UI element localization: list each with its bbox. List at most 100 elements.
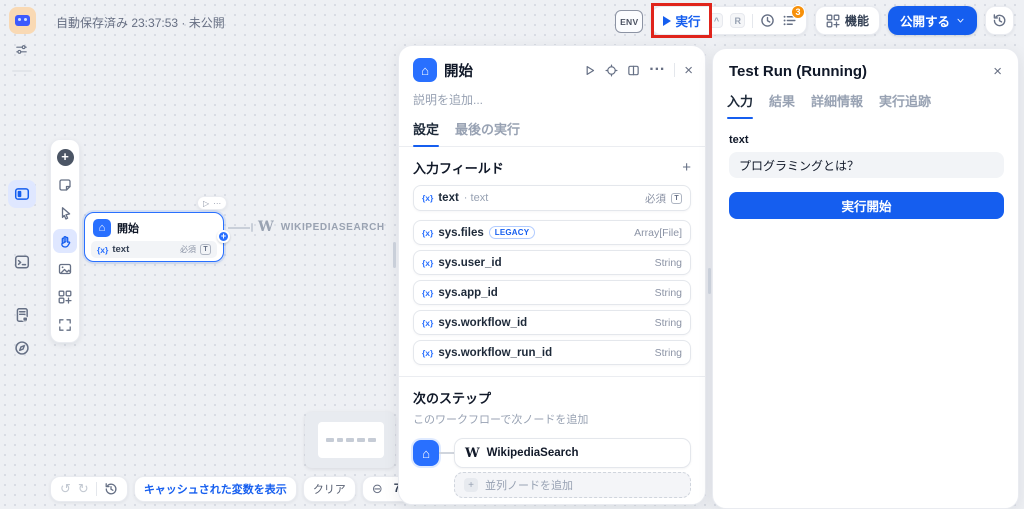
run-history-clock-icon[interactable] (760, 13, 775, 28)
tab-result[interactable]: 結果 (769, 91, 795, 118)
next-step-section: 次のステップ このワークフローで次ノードを追加 ⌂ W WikipediaSea… (399, 377, 705, 498)
node-detail-panel: ⌂ 開始 ··· × 説明を追加... 設定 最後の実行 入力フィールド + {… (398, 45, 706, 505)
description-placeholder[interactable]: 説明を追加... (399, 82, 705, 108)
node-panel-header: ⌂ 開始 ··· × (399, 46, 705, 82)
docs-book-icon[interactable] (627, 64, 640, 77)
resize-handle-left[interactable] (393, 242, 396, 268)
orchestrate-window-icon (14, 186, 30, 202)
divider (674, 63, 675, 77)
add-parallel-node-button[interactable]: + 並列ノードを追加 (454, 472, 691, 498)
field-row-text[interactable]: {x} text · text 必須T (413, 185, 691, 211)
plus-icon: + (464, 478, 478, 492)
tab-detail[interactable]: 詳細情報 (811, 91, 863, 118)
home-icon: ⌂ (413, 58, 437, 82)
checklist-button[interactable]: 3 (782, 13, 797, 28)
change-history-icon[interactable] (104, 482, 118, 496)
focus-crosshair-icon[interactable] (605, 64, 618, 77)
variable-token-icon: {x} (422, 288, 433, 298)
robot-logo-icon (15, 15, 30, 26)
legacy-badge: LEGACY (489, 226, 536, 239)
fit-view-button[interactable] (53, 313, 77, 337)
variable-token-icon: {x} (422, 228, 433, 238)
node-hover-toolbar: ▷ ··· (197, 196, 227, 210)
settings-sliders-icon[interactable] (14, 43, 29, 56)
divider (96, 482, 97, 496)
topbar-actions: ENV 実行 ^ R 3 機能 (615, 6, 1014, 35)
version-history-button[interactable] (985, 6, 1014, 35)
export-image-button[interactable] (53, 257, 77, 281)
variable-token-icon: {x} (97, 245, 108, 255)
organize-icon (58, 290, 72, 304)
restore-history-icon (992, 13, 1007, 28)
zoom-out-icon[interactable]: ⊖ (372, 481, 383, 497)
cursor-icon (58, 206, 72, 220)
close-icon[interactable]: × (684, 62, 693, 79)
field-row-sys-user-id[interactable]: {x} sys.user_id String (413, 250, 691, 275)
clear-button[interactable]: クリア (303, 476, 356, 502)
sidebar-item-monitoring[interactable] (8, 334, 36, 362)
home-icon: ⌂ (93, 219, 111, 237)
sidebar-item-terminal[interactable] (8, 248, 36, 276)
node-variable-row: {x} text 必須 T (91, 241, 217, 258)
tab-last-run[interactable]: 最後の実行 (455, 119, 520, 146)
node-play-icon[interactable]: ▷ (203, 199, 209, 208)
test-run-panel: Test Run (Running) × 入力 結果 詳細情報 実行追跡 tex… (712, 48, 1019, 509)
run-button[interactable]: 実行 (661, 11, 702, 30)
field-row-sys-workflow-id[interactable]: {x} sys.workflow_id String (413, 310, 691, 335)
canvas-tool-palette: + (50, 139, 80, 343)
text-input[interactable] (729, 152, 1004, 178)
hand-mode-button[interactable] (53, 229, 77, 253)
autosave-status: 自動保存済み 23:37:53 · 未公開 (56, 14, 225, 31)
tab-input[interactable]: 入力 (727, 91, 753, 118)
show-cached-vars-button[interactable]: キャッシュされた変数を表示 (134, 476, 297, 502)
start-run-button[interactable]: 実行開始 (729, 192, 1004, 219)
connection-line (228, 227, 250, 229)
add-note-button[interactable] (53, 173, 77, 197)
env-button[interactable]: ENV (615, 10, 643, 33)
app-icon[interactable] (9, 7, 36, 34)
logs-document-icon (14, 307, 30, 323)
tab-tracing[interactable]: 実行追跡 (879, 91, 931, 118)
tab-settings[interactable]: 設定 (413, 119, 439, 146)
variable-token-icon: {x} (422, 258, 433, 268)
plus-circle-icon: + (57, 149, 74, 166)
run-toolbar: 実行 ^ R 3 (651, 6, 807, 35)
sidebar-item-orchestrate[interactable] (8, 180, 36, 208)
start-node-title: 開始 (117, 220, 139, 236)
history-controls: ↺ ↻ (50, 476, 128, 502)
sidebar-item-logs[interactable] (8, 301, 36, 329)
field-row-sys-app-id[interactable]: {x} sys.app_id String (413, 280, 691, 305)
divider (752, 14, 753, 28)
start-node-header: ⌂ 開始 (85, 213, 223, 241)
pointer-mode-button[interactable] (53, 201, 77, 225)
run-node-play-icon[interactable] (583, 64, 596, 77)
start-node-mini-icon: ⌂ (413, 440, 439, 466)
sidebar-divider (12, 70, 32, 72)
checklist-count-badge: 3 (791, 5, 805, 19)
variable-token-icon: {x} (422, 318, 433, 328)
compass-icon (14, 340, 30, 356)
field-row-sys-workflow-run-id[interactable]: {x} sys.workflow_run_id String (413, 340, 691, 365)
field-row-sys-files[interactable]: {x} sys.files LEGACY Array[File] (413, 220, 691, 245)
close-icon[interactable]: × (993, 63, 1002, 80)
note-icon (58, 178, 72, 192)
more-icon[interactable]: ··· (649, 61, 665, 79)
add-node-button[interactable]: + (53, 145, 77, 169)
node-more-icon[interactable]: ··· (213, 199, 221, 208)
features-button[interactable]: 機能 (815, 6, 880, 35)
minimap-viewport (318, 422, 384, 458)
chevron-down-icon (956, 16, 965, 25)
add-field-icon[interactable]: + (682, 160, 691, 175)
resize-handle-middle[interactable] (708, 268, 711, 294)
minimap[interactable] (305, 412, 395, 468)
publish-button[interactable]: 公開する (888, 6, 977, 35)
canvas-bottom-controls: ↺ ↻ キャッシュされた変数を表示 クリア ⊖ 76% ⊕ (50, 476, 449, 502)
output-port[interactable]: + (217, 230, 230, 243)
undo-icon[interactable]: ↺ (60, 481, 71, 497)
wikipedia-w-icon: W (258, 219, 274, 235)
redo-icon[interactable]: ↻ (78, 481, 89, 497)
organize-blocks-button[interactable] (53, 285, 77, 309)
start-node[interactable]: ⌂ 開始 {x} text 必須 T + (84, 212, 224, 262)
next-node-wikipediasearch[interactable]: W WikipediaSearch (454, 438, 691, 468)
terminal-icon (14, 254, 30, 270)
